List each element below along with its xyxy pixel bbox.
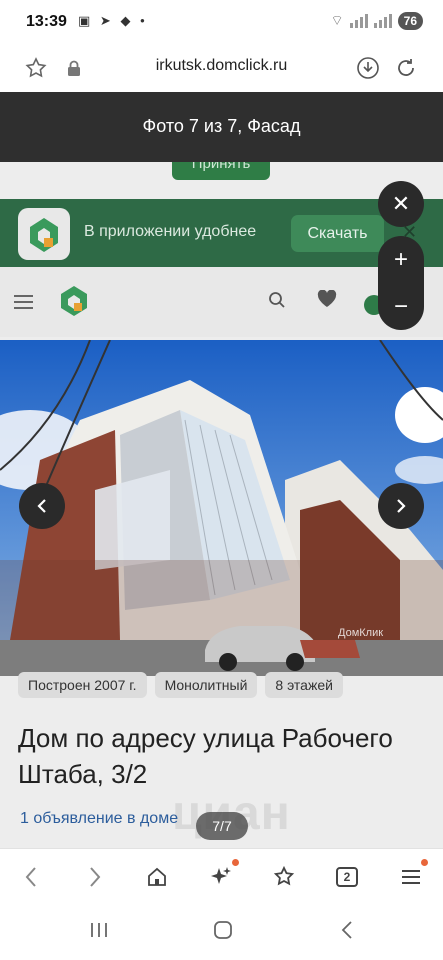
zoom-in-icon[interactable]: + — [378, 236, 424, 283]
listings-link[interactable]: 1 объявление в доме — [20, 810, 178, 828]
site-logo-icon[interactable] — [56, 283, 92, 319]
status-bar: 13:39 ▣ ➤ ◆ • ⌔ 76 — [0, 0, 443, 44]
app-logo-icon — [18, 208, 70, 260]
system-nav-bar — [0, 904, 443, 960]
site-header — [0, 267, 443, 337]
menu-notification-dot — [421, 859, 428, 866]
recent-apps-icon[interactable] — [89, 920, 109, 946]
photo-viewer-header: Фото 7 из 7, Фасад — [0, 92, 443, 162]
accept-button[interactable]: Принять — [172, 162, 270, 180]
building-photo[interactable]: ДомКлик — [0, 340, 443, 676]
app-banner: В приложении удобнее Скачать ✕ — [0, 199, 443, 267]
signal-icon — [349, 14, 368, 28]
home-icon[interactable] — [141, 861, 173, 893]
download-app-button[interactable]: Скачать — [291, 215, 384, 252]
tag-year: Построен 2007 г. — [18, 672, 147, 698]
photo-viewer-title: Фото 7 из 7, Фасад — [142, 116, 301, 136]
tag-material: Монолитный — [154, 672, 258, 698]
photo-counter: 7/7 — [196, 812, 248, 840]
prev-arrow-icon[interactable] — [19, 483, 65, 529]
tabs-icon[interactable]: 2 — [331, 861, 363, 893]
reload-icon[interactable] — [392, 54, 420, 82]
zoom-out-icon[interactable]: − — [378, 283, 424, 330]
address-bar: irkutsk.domclick.ru — [0, 44, 443, 92]
building-tags: Построен 2007 г. Монолитный 8 этажей — [18, 672, 343, 698]
chat-icon: ◆ — [120, 13, 134, 28]
wifi-icon: ⌔ — [330, 12, 344, 28]
banner-text: В приложении удобнее — [84, 223, 257, 240]
browser-toolbar: 2 — [0, 848, 443, 904]
back-icon[interactable] — [15, 861, 47, 893]
screenshot-icon: ▣ — [78, 13, 94, 28]
forward-icon[interactable] — [79, 861, 111, 893]
close-icon[interactable]: ✕ — [378, 181, 424, 227]
signal-icon-2 — [373, 14, 392, 28]
notification-icons: ▣ ➤ ◆ • — [78, 13, 148, 29]
photo-watermark: ДомКлик — [338, 627, 383, 639]
zoom-controls: + − — [378, 236, 424, 330]
battery-indicator: 76 — [397, 12, 423, 30]
telegram-icon: ➤ — [99, 13, 114, 28]
bookmarks-icon[interactable] — [268, 861, 300, 893]
search-icon[interactable] — [268, 291, 286, 314]
page-content: Принять В приложении удобнее Скачать ✕ Д… — [0, 162, 443, 848]
tag-floors: 8 этажей — [265, 672, 343, 698]
favorites-icon[interactable] — [317, 289, 337, 314]
menu-hamburger-icon[interactable] — [395, 861, 427, 893]
download-icon[interactable] — [354, 54, 382, 82]
next-arrow-icon[interactable] — [378, 483, 424, 529]
dot-icon: • — [140, 13, 148, 28]
status-time: 13:39 — [26, 13, 67, 30]
home-nav-icon[interactable] — [213, 920, 233, 946]
notification-dot — [232, 859, 239, 866]
page-title: Дом по адресу улица Рабочего Штаба, 3/2 — [18, 723, 393, 789]
menu-icon[interactable] — [14, 295, 33, 313]
back-nav-icon[interactable] — [340, 920, 354, 946]
ai-sparkle-icon[interactable] — [205, 861, 237, 893]
